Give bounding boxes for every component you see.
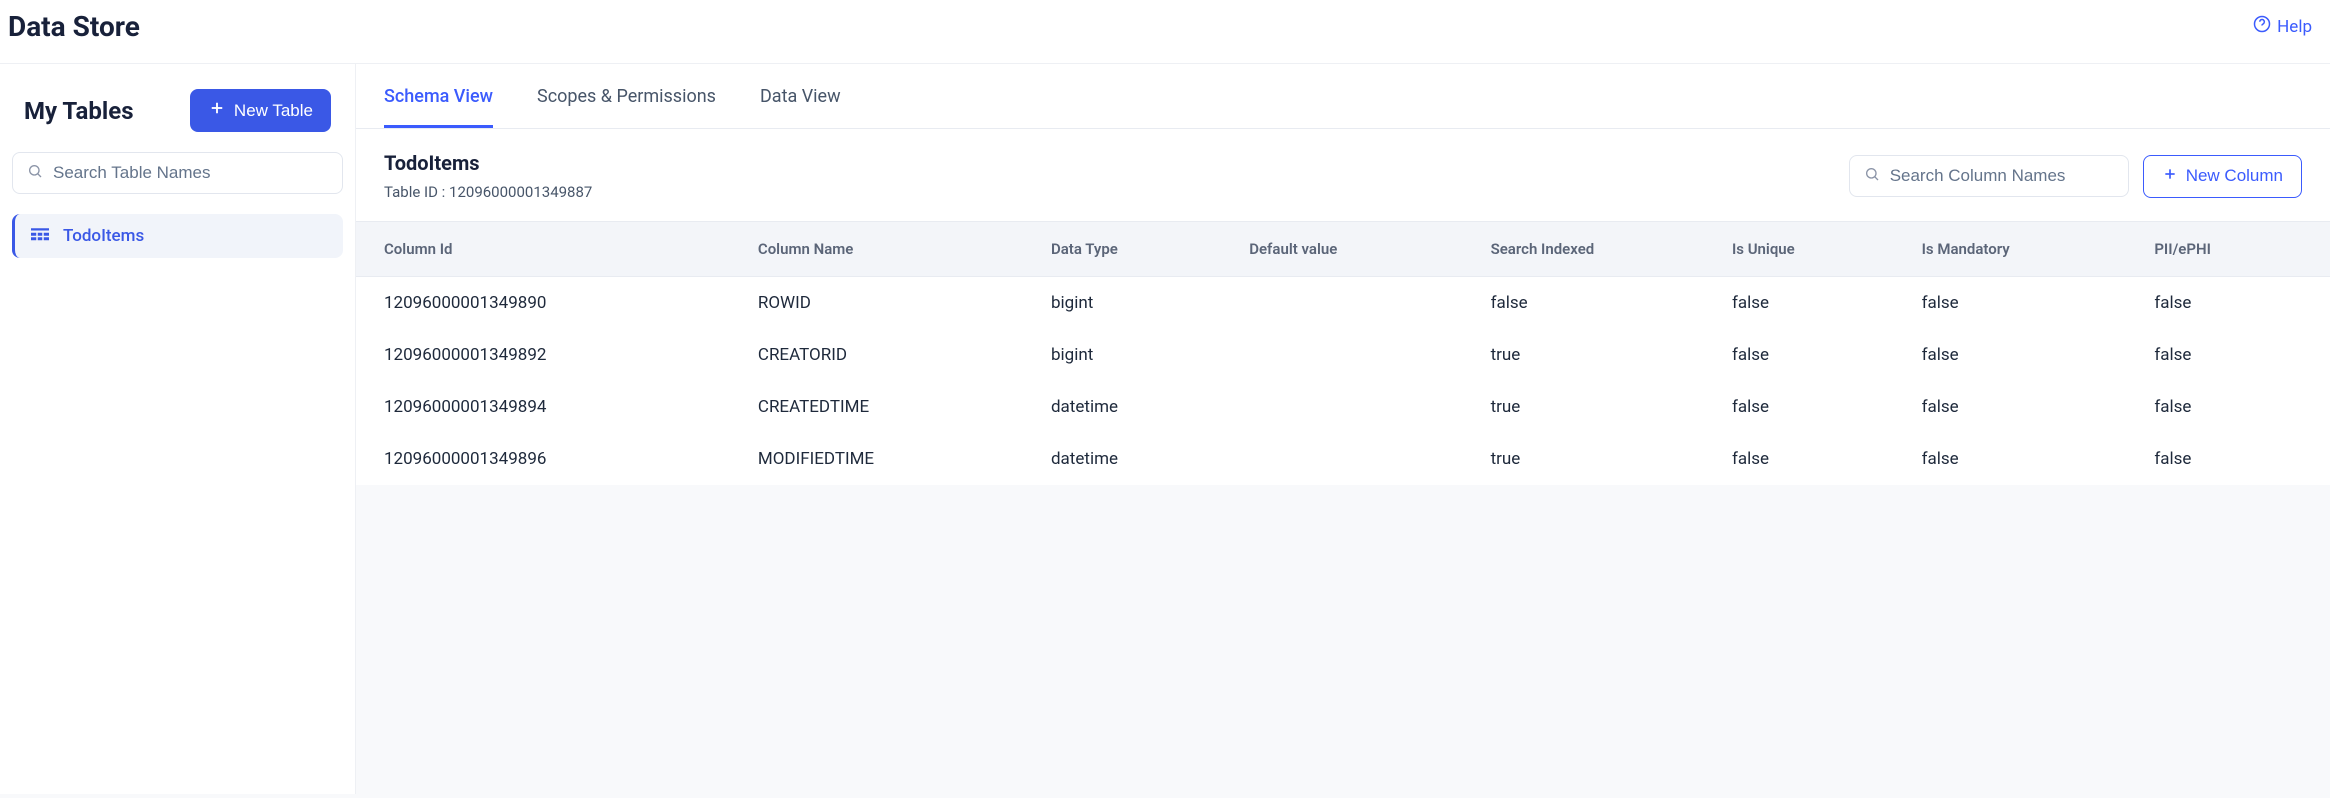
table-search-input[interactable] xyxy=(53,163,328,183)
cell-is-unique: false xyxy=(1718,277,1908,330)
sidebar-title: My Tables xyxy=(24,97,134,125)
table-header-row: Column Id Column Name Data Type Default … xyxy=(356,222,2330,277)
cell-search-indexed: true xyxy=(1477,329,1718,381)
cell-is-unique: false xyxy=(1718,381,1908,433)
table-id: Table ID : 12096000001349887 xyxy=(384,183,592,201)
help-label: Help xyxy=(2277,17,2312,37)
cell-is-mandatory: false xyxy=(1908,329,2141,381)
toolbar-right: New Column xyxy=(1849,155,2302,198)
cell-pii: false xyxy=(2140,329,2330,381)
th-column-id: Column Id xyxy=(356,222,744,277)
new-column-label: New Column xyxy=(2186,166,2283,186)
table-id-value: 12096000001349887 xyxy=(449,183,592,201)
sidebar: My Tables New Table TodoItems xyxy=(0,64,356,794)
table-name: TodoItems xyxy=(384,151,592,175)
cell-search-indexed: true xyxy=(1477,381,1718,433)
table-row[interactable]: 12096000001349890 ROWID bigint false fal… xyxy=(356,277,2330,330)
tab-data-view[interactable]: Data View xyxy=(760,64,841,128)
tab-schema-view[interactable]: Schema View xyxy=(384,64,493,128)
th-default-value: Default value xyxy=(1235,222,1476,277)
search-icon xyxy=(27,163,43,183)
cell-default-value xyxy=(1235,277,1476,330)
tabs: Schema View Scopes & Permissions Data Vi… xyxy=(356,64,2330,129)
cell-search-indexed: false xyxy=(1477,277,1718,330)
sidebar-item-label: TodoItems xyxy=(63,226,144,246)
help-link[interactable]: Help xyxy=(2253,15,2312,38)
cell-is-mandatory: false xyxy=(1908,433,2141,485)
toolbar: TodoItems Table ID : 12096000001349887 N xyxy=(356,129,2330,222)
th-pii-ephi: PII/ePHI xyxy=(2140,222,2330,277)
cell-pii: false xyxy=(2140,433,2330,485)
th-data-type: Data Type xyxy=(1037,222,1235,277)
new-column-button[interactable]: New Column xyxy=(2143,155,2302,198)
th-is-unique: Is Unique xyxy=(1718,222,1908,277)
plus-icon xyxy=(208,99,226,122)
cell-is-unique: false xyxy=(1718,329,1908,381)
cell-is-unique: false xyxy=(1718,433,1908,485)
toolbar-left: TodoItems Table ID : 12096000001349887 xyxy=(384,151,592,201)
columns-table: Column Id Column Name Data Type Default … xyxy=(356,222,2330,485)
page-header: Data Store Help xyxy=(0,0,2330,64)
cell-default-value xyxy=(1235,381,1476,433)
table-id-prefix: Table ID : xyxy=(384,183,449,201)
cell-column-name: CREATEDTIME xyxy=(744,381,1037,433)
cell-data-type: datetime xyxy=(1037,433,1235,485)
cell-is-mandatory: false xyxy=(1908,381,2141,433)
table-icon xyxy=(31,227,49,246)
search-icon xyxy=(1864,166,1880,186)
table-body: 12096000001349890 ROWID bigint false fal… xyxy=(356,277,2330,486)
cell-column-name: MODIFIEDTIME xyxy=(744,433,1037,485)
plus-icon xyxy=(2162,166,2178,187)
th-search-indexed: Search Indexed xyxy=(1477,222,1718,277)
main-panel: Schema View Scopes & Permissions Data Vi… xyxy=(356,64,2330,794)
cell-data-type: datetime xyxy=(1037,381,1235,433)
cell-pii: false xyxy=(2140,277,2330,330)
cell-search-indexed: true xyxy=(1477,433,1718,485)
cell-column-id: 12096000001349894 xyxy=(356,381,744,433)
cell-column-name: ROWID xyxy=(744,277,1037,330)
cell-column-id: 12096000001349896 xyxy=(356,433,744,485)
cell-default-value xyxy=(1235,329,1476,381)
cell-is-mandatory: false xyxy=(1908,277,2141,330)
new-table-button[interactable]: New Table xyxy=(190,89,331,132)
new-table-label: New Table xyxy=(234,101,313,121)
sidebar-item-todoitems[interactable]: TodoItems xyxy=(12,214,343,258)
tab-scopes-permissions[interactable]: Scopes & Permissions xyxy=(537,64,716,128)
page-title: Data Store xyxy=(8,10,140,43)
help-icon xyxy=(2253,15,2271,38)
table-row[interactable]: 12096000001349894 CREATEDTIME datetime t… xyxy=(356,381,2330,433)
column-search-input[interactable] xyxy=(1890,166,2114,186)
cell-default-value xyxy=(1235,433,1476,485)
table-row[interactable]: 12096000001349892 CREATORID bigint true … xyxy=(356,329,2330,381)
layout: My Tables New Table TodoItems Schema Vie… xyxy=(0,64,2330,794)
cell-column-id: 12096000001349890 xyxy=(356,277,744,330)
th-column-name: Column Name xyxy=(744,222,1037,277)
cell-data-type: bigint xyxy=(1037,277,1235,330)
table-search-box[interactable] xyxy=(12,152,343,194)
cell-data-type: bigint xyxy=(1037,329,1235,381)
cell-column-id: 12096000001349892 xyxy=(356,329,744,381)
cell-pii: false xyxy=(2140,381,2330,433)
sidebar-header: My Tables New Table xyxy=(12,89,343,152)
table-row[interactable]: 12096000001349896 MODIFIEDTIME datetime … xyxy=(356,433,2330,485)
cell-column-name: CREATORID xyxy=(744,329,1037,381)
column-search-box[interactable] xyxy=(1849,155,2129,197)
th-is-mandatory: Is Mandatory xyxy=(1908,222,2141,277)
